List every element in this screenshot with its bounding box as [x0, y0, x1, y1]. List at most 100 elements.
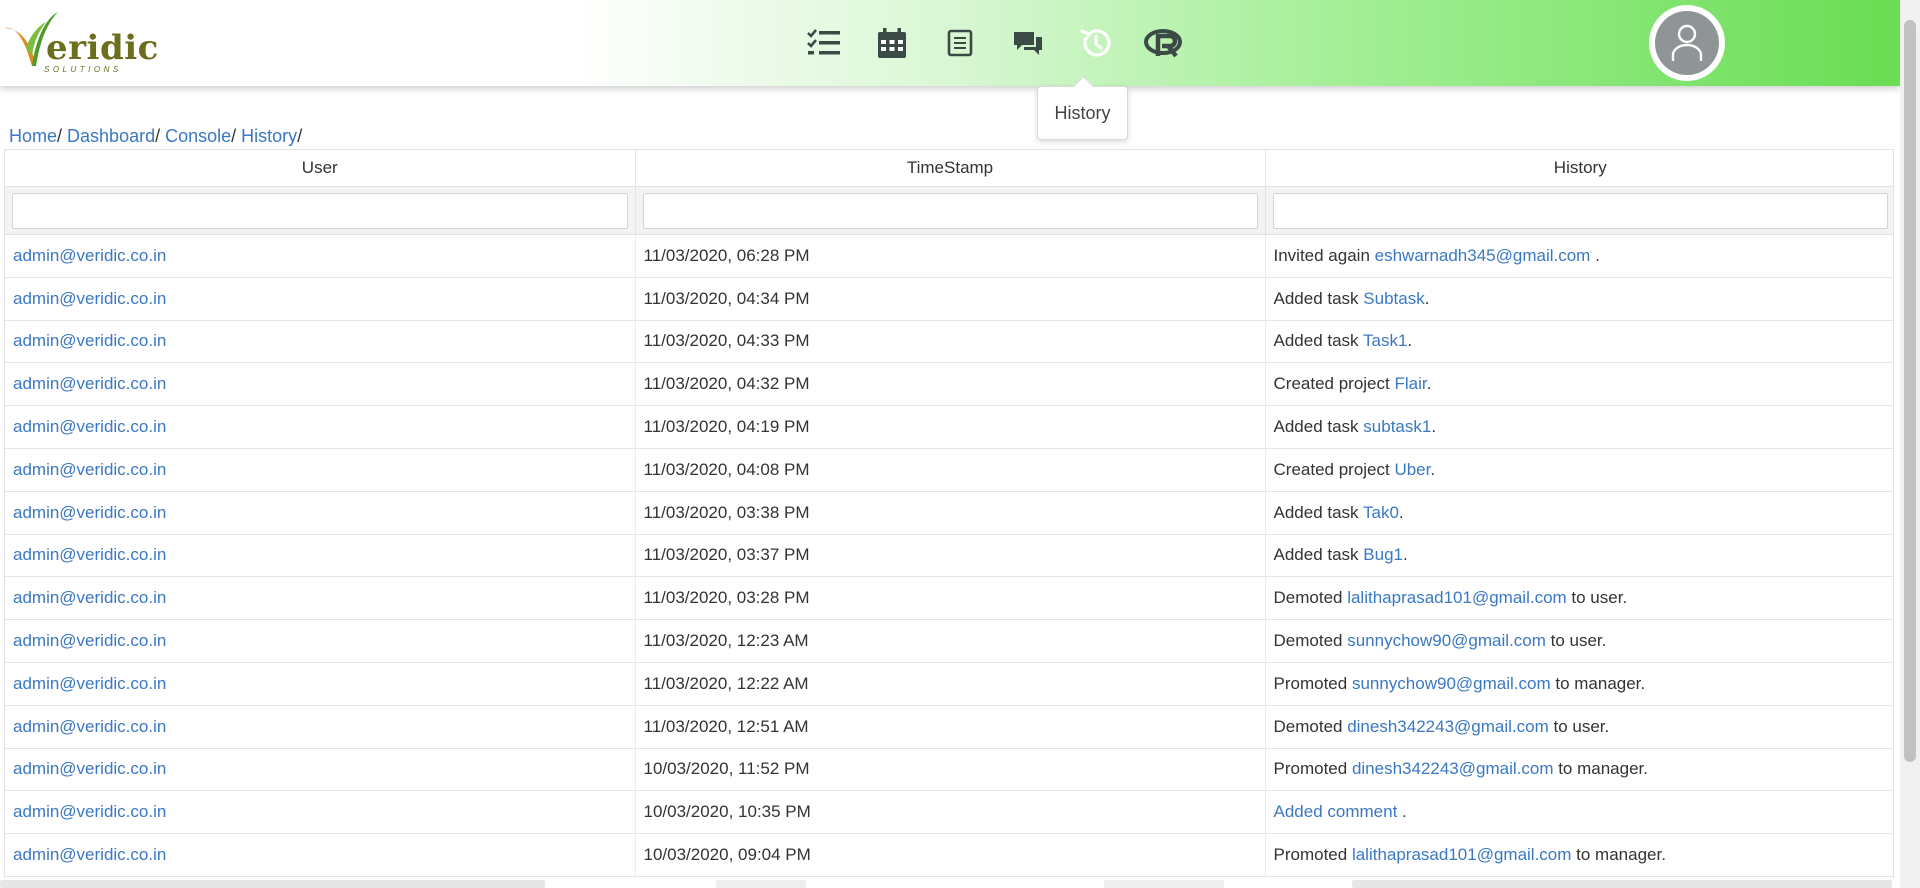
- table-row: admin@veridic.co.in 11/03/2020, 12:23 AM D…: [5, 619, 1893, 663]
- user-link[interactable]: admin@veridic.co.in: [13, 674, 166, 693]
- history-text-suffix: .: [1402, 545, 1408, 565]
- history-link[interactable]: Added comment: [1274, 802, 1398, 821]
- history-link[interactable]: sunnychow90@gmail.com: [1352, 674, 1551, 693]
- tasks-list-icon[interactable]: [790, 22, 858, 64]
- user-link[interactable]: admin@veridic.co.in: [13, 417, 166, 436]
- breadcrumb: Home/ Dashboard/ Console/ History/: [9, 126, 302, 147]
- history-cell: Added comment .: [1265, 790, 1893, 835]
- timestamp-cell: 11/03/2020, 06:28 PM: [635, 234, 1266, 278]
- user-cell: admin@veridic.co.in: [5, 320, 636, 364]
- timestamp-cell: 11/03/2020, 03:28 PM: [635, 576, 1266, 621]
- table-row: admin@veridic.co.in 11/03/2020, 06:28 PM I…: [5, 234, 1893, 278]
- history-text-prefix: Demoted: [1273, 716, 1348, 736]
- history-link[interactable]: lalithaprasad101@gmail.com: [1347, 588, 1566, 607]
- history-text-prefix: Demoted: [1273, 631, 1348, 651]
- history-table-container: User TimeStamp History admin@veridic.co.…: [4, 149, 1894, 879]
- timestamp-cell: 10/03/2020, 10:35 PM: [635, 790, 1266, 835]
- history-text-prefix: Promoted: [1273, 673, 1352, 693]
- history-link[interactable]: lalithaprasad101@gmail.com: [1352, 845, 1571, 864]
- user-link[interactable]: admin@veridic.co.in: [13, 246, 166, 265]
- table-row: admin@veridic.co.in 10/03/2020, 10:35 PM A…: [5, 790, 1893, 835]
- user-cell: admin@veridic.co.in: [5, 576, 636, 621]
- history-table: User TimeStamp History admin@veridic.co.…: [5, 149, 1893, 877]
- timestamp-cell: 10/03/2020, 09:04 PM: [635, 833, 1266, 877]
- history-cell: Added task Subtask.: [1265, 277, 1893, 321]
- history-link[interactable]: Bug1: [1363, 545, 1403, 564]
- user-link[interactable]: admin@veridic.co.in: [13, 759, 166, 778]
- column-header-history[interactable]: History: [1265, 149, 1893, 187]
- history-cell: Created project Uber.: [1265, 448, 1893, 492]
- history-cell: Created project Flair.: [1265, 362, 1893, 407]
- r-logo-icon[interactable]: [1130, 22, 1198, 64]
- veridic-logo[interactable]: eridic SOLUTIONS: [0, 8, 158, 78]
- history-text-suffix: .: [1431, 417, 1437, 437]
- history-link[interactable]: dinesh342243@gmail.com: [1352, 759, 1554, 778]
- history-link[interactable]: Flair: [1394, 374, 1426, 393]
- history-text-prefix: Invited again: [1273, 245, 1375, 265]
- user-link[interactable]: admin@veridic.co.in: [13, 545, 166, 564]
- chat-icon[interactable]: [994, 22, 1062, 64]
- history-cell: Invited again eshwarnadh345@gmail.com .: [1265, 234, 1893, 278]
- user-cell: admin@veridic.co.in: [5, 662, 636, 706]
- scroll-segment: [716, 880, 806, 888]
- history-link[interactable]: Tak0: [1363, 503, 1399, 522]
- breadcrumb-home[interactable]: Home: [9, 126, 57, 146]
- breadcrumb-history[interactable]: History: [241, 126, 297, 146]
- user-link[interactable]: admin@veridic.co.in: [13, 289, 166, 308]
- history-cell: Promoted dinesh342243@gmail.com to manag…: [1265, 748, 1893, 792]
- history-text-prefix: Created project: [1273, 374, 1395, 394]
- table-row: admin@veridic.co.in 11/03/2020, 04:19 PM A…: [5, 405, 1893, 449]
- history-link[interactable]: sunnychow90@gmail.com: [1347, 631, 1546, 650]
- breadcrumb-console[interactable]: Console: [165, 126, 231, 146]
- column-header-timestamp[interactable]: TimeStamp: [635, 149, 1266, 187]
- logo-subtitle: SOLUTIONS: [44, 65, 122, 74]
- history-cell: Demoted sunnychow90@gmail.com to user.: [1265, 619, 1893, 663]
- user-link[interactable]: admin@veridic.co.in: [13, 503, 166, 522]
- history-link[interactable]: Task1: [1363, 331, 1407, 350]
- history-text-prefix: Added task: [1273, 417, 1364, 437]
- history-filter-input[interactable]: [1272, 192, 1888, 229]
- user-link[interactable]: admin@veridic.co.in: [13, 460, 166, 479]
- history-icon[interactable]: [1062, 22, 1130, 64]
- history-text-prefix: Added task: [1273, 288, 1364, 308]
- user-cell: admin@veridic.co.in: [5, 748, 636, 792]
- user-filter-input[interactable]: [12, 192, 628, 229]
- scroll-segment: [1104, 880, 1224, 888]
- column-header-user[interactable]: User: [5, 149, 636, 187]
- user-link[interactable]: admin@veridic.co.in: [13, 331, 166, 350]
- user-link[interactable]: admin@veridic.co.in: [13, 717, 166, 736]
- history-text-suffix: to manager.: [1550, 673, 1646, 693]
- timestamp-cell: 11/03/2020, 04:19 PM: [635, 405, 1266, 449]
- user-link[interactable]: admin@veridic.co.in: [13, 588, 166, 607]
- user-link[interactable]: admin@veridic.co.in: [13, 374, 166, 393]
- main-nav: [790, 22, 1198, 64]
- timestamp-cell: 11/03/2020, 12:22 AM: [635, 662, 1266, 706]
- history-link[interactable]: dinesh342243@gmail.com: [1347, 717, 1549, 736]
- breadcrumb-separator: /: [155, 126, 166, 146]
- scrollbar-thumb[interactable]: [1904, 20, 1916, 762]
- breadcrumb-dashboard[interactable]: Dashboard: [67, 126, 155, 146]
- history-text-suffix: .: [1407, 331, 1413, 351]
- history-cell: Promoted lalithaprasad101@gmail.com to m…: [1265, 833, 1893, 877]
- history-text-suffix: .: [1397, 802, 1407, 822]
- history-link[interactable]: Subtask: [1363, 289, 1424, 308]
- notes-icon[interactable]: [926, 22, 994, 64]
- history-text-suffix: .: [1398, 502, 1404, 522]
- history-text-suffix: to manager.: [1571, 845, 1666, 865]
- history-text-prefix: Added task: [1273, 331, 1363, 351]
- user-link[interactable]: admin@veridic.co.in: [13, 631, 166, 650]
- history-text-suffix: .: [1424, 288, 1430, 308]
- calendar-icon[interactable]: [858, 22, 926, 64]
- timestamp-cell: 11/03/2020, 03:37 PM: [635, 534, 1266, 578]
- history-link[interactable]: eshwarnadh345@gmail.com: [1375, 246, 1591, 265]
- user-link[interactable]: admin@veridic.co.in: [13, 845, 166, 864]
- timestamp-filter-input[interactable]: [642, 192, 1258, 229]
- table-row: admin@veridic.co.in 11/03/2020, 04:32 PM C…: [5, 362, 1893, 407]
- user-link[interactable]: admin@veridic.co.in: [13, 802, 166, 821]
- vertical-scrollbar[interactable]: [1900, 0, 1920, 888]
- table-row: admin@veridic.co.in 11/03/2020, 03:28 PM D…: [5, 576, 1893, 621]
- user-avatar[interactable]: [1649, 5, 1725, 81]
- history-link[interactable]: subtask1: [1363, 417, 1431, 436]
- history-link[interactable]: Uber: [1394, 460, 1430, 479]
- user-cell: admin@veridic.co.in: [5, 362, 636, 407]
